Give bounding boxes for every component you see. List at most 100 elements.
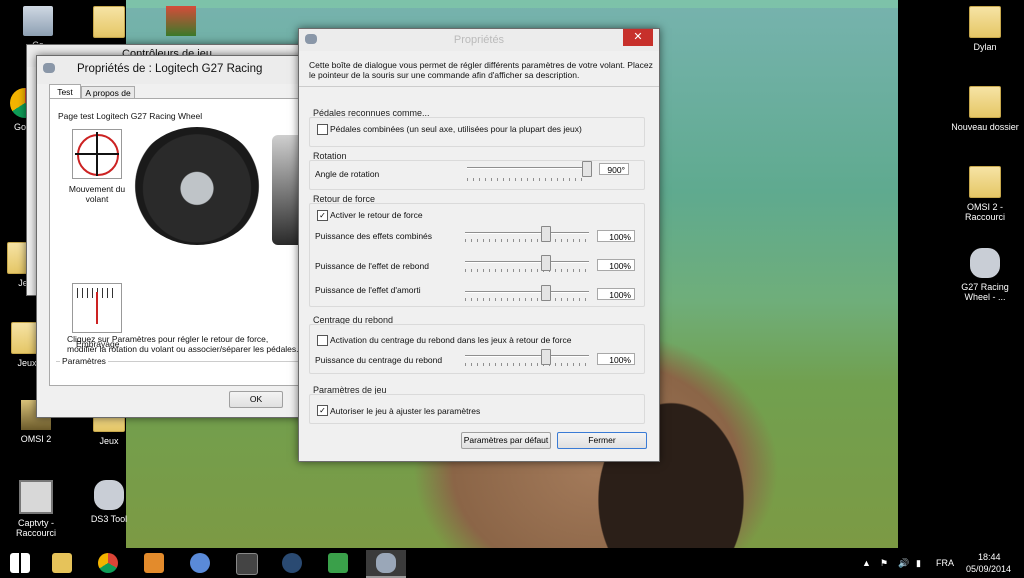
damper-effect-slider-track[interactable] bbox=[465, 291, 589, 293]
combined-effects-value[interactable]: 100% bbox=[597, 230, 635, 242]
folder-icon bbox=[969, 166, 1001, 198]
rotation-angle-label: Angle de rotation bbox=[315, 169, 380, 179]
centering-slider-thumb[interactable] bbox=[541, 349, 551, 365]
rotation-slider-thumb[interactable] bbox=[582, 161, 592, 177]
ok-button-label: OK bbox=[249, 394, 263, 404]
rotation-slider-track[interactable] bbox=[467, 167, 587, 169]
clutch-gauge-icon bbox=[72, 283, 122, 333]
combined-pedals-checkbox[interactable] bbox=[317, 124, 328, 135]
default-settings-button[interactable]: Paramètres par défaut bbox=[461, 432, 551, 449]
taskbar-calculator[interactable] bbox=[318, 550, 358, 576]
damper-effect-label: Puissance de l'effet d'amorti bbox=[315, 285, 421, 295]
taskbar-game-controllers[interactable] bbox=[366, 550, 406, 578]
centering-value[interactable]: 100% bbox=[597, 353, 635, 365]
combined-effects-slider-thumb[interactable] bbox=[541, 226, 551, 242]
game-icon bbox=[166, 6, 196, 36]
damper-effect-slider-thumb[interactable] bbox=[541, 285, 551, 301]
close-button-label: Fermer bbox=[588, 435, 616, 445]
wheel-crosshair-icon bbox=[72, 129, 122, 179]
desktop-icon-ds3-tool[interactable]: DS3 Tool bbox=[74, 480, 144, 524]
gamepad-icon bbox=[190, 553, 210, 573]
media-player-icon bbox=[144, 553, 164, 573]
taskbar-chrome[interactable] bbox=[88, 550, 128, 576]
params-group-label: Paramètres bbox=[60, 356, 108, 366]
intro-text: Cette boîte de dialogue vous permet de r… bbox=[309, 60, 653, 80]
separator bbox=[299, 86, 659, 87]
app-icon bbox=[236, 553, 258, 575]
gamepad-icon bbox=[43, 63, 55, 73]
steam-icon bbox=[282, 553, 302, 573]
wheel-movement-label: Mouvement du volant bbox=[68, 184, 126, 204]
gamepad-icon bbox=[376, 553, 396, 573]
steering-wheel-image bbox=[132, 127, 262, 245]
taskbar-media[interactable] bbox=[134, 550, 174, 576]
recycle-bin-icon bbox=[23, 6, 53, 36]
language-indicator[interactable]: FRA bbox=[936, 558, 954, 568]
properties-window[interactable]: Propriétés de : Logitech G27 Racing Test… bbox=[36, 55, 308, 418]
desktop-icon-label: OMSI 2 - Raccourci bbox=[964, 202, 1005, 222]
folder-icon bbox=[93, 6, 125, 38]
titlebar[interactable]: Propriétés de : Logitech G27 Racing bbox=[37, 56, 307, 84]
damper-effect-value[interactable]: 100% bbox=[597, 288, 635, 300]
desktop-icon-dylan[interactable]: Dylan bbox=[950, 6, 1020, 52]
centering-strength-label: Puissance du centrage du rebond bbox=[315, 355, 443, 365]
spring-effect-slider-track[interactable] bbox=[465, 261, 589, 263]
clock-time[interactable]: 18:44 bbox=[978, 552, 1001, 562]
allow-game-label: Autoriser le jeu à ajuster les paramètre… bbox=[330, 406, 481, 416]
clock-date[interactable]: 05/09/2014 bbox=[966, 564, 1011, 574]
centering-slider-track[interactable] bbox=[465, 355, 589, 357]
desktop: Co Goog Je Jeux OMSI 2 Jeux Captvty - Ra… bbox=[0, 0, 1024, 548]
taskbar-explorer[interactable] bbox=[42, 550, 82, 576]
tray-chevron-icon[interactable]: ▲ bbox=[862, 558, 871, 568]
close-icon[interactable]: ✕ bbox=[623, 29, 653, 46]
start-button[interactable] bbox=[0, 550, 40, 576]
spring-effect-slider-thumb[interactable] bbox=[541, 255, 551, 271]
damper-effect-slider-ticks bbox=[465, 298, 589, 301]
desktop-icon-game-top[interactable] bbox=[146, 6, 216, 40]
tab-label: Test bbox=[57, 87, 73, 97]
close-button[interactable]: Fermer bbox=[557, 432, 647, 449]
enable-centering-checkbox[interactable] bbox=[317, 335, 328, 346]
taskbar: ▲ ⚑ 🔊 ▮ FRA 18:44 05/09/2014 bbox=[0, 548, 1024, 578]
combined-pedals-label: Pédales combinées (un seul axe, utilisée… bbox=[330, 124, 582, 134]
enable-force-label: Activer le retour de force bbox=[330, 210, 423, 220]
chrome-icon bbox=[98, 553, 118, 573]
gamepad-icon bbox=[970, 248, 1000, 278]
desktop-icon-g27[interactable]: G27 Racing Wheel - ... bbox=[950, 248, 1020, 302]
tab-test[interactable]: Test bbox=[49, 84, 81, 99]
desktop-icon-label: Jeux bbox=[17, 358, 37, 368]
centering-slider-ticks bbox=[465, 363, 589, 366]
gamepad-icon bbox=[94, 480, 124, 510]
rotation-slider-ticks bbox=[467, 178, 587, 181]
taskbar-steam[interactable] bbox=[272, 550, 312, 576]
desktop-icon-folder-top[interactable] bbox=[74, 6, 144, 42]
desktop-icon-captvty[interactable]: Captvty - Raccourci bbox=[1, 480, 71, 538]
flag-icon[interactable]: ⚑ bbox=[880, 558, 888, 569]
enable-force-checkbox[interactable]: ✓ bbox=[317, 210, 328, 221]
params-group: Paramètres bbox=[56, 356, 300, 386]
taskbar-app[interactable] bbox=[226, 550, 266, 576]
desktop-icon-label: Captvty - Raccourci bbox=[15, 518, 56, 538]
volume-icon[interactable]: 🔊 bbox=[898, 558, 909, 569]
titlebar[interactable]: Propriétés ✕ bbox=[299, 29, 659, 51]
monitor-icon bbox=[19, 480, 53, 514]
desktop-icon-nouveau-dossier[interactable]: Nouveau dossier bbox=[950, 86, 1020, 132]
default-settings-label: Paramètres par défaut bbox=[463, 435, 549, 445]
desktop-icon-label: Jeux bbox=[99, 436, 119, 446]
params-description: Cliquez sur Paramètres pour régler le re… bbox=[67, 334, 299, 354]
rotation-value[interactable]: 900° bbox=[599, 163, 629, 175]
centering-group bbox=[309, 324, 645, 374]
folder-icon bbox=[969, 6, 1001, 38]
spring-effect-value[interactable]: 100% bbox=[597, 259, 635, 271]
desktop-icon-omsi-shortcut[interactable]: OMSI 2 - Raccourci bbox=[950, 166, 1020, 222]
page-title: Page test Logitech G27 Racing Wheel bbox=[58, 111, 203, 121]
combined-effects-slider-track[interactable] bbox=[465, 232, 589, 234]
tab-label: A propos de bbox=[85, 88, 131, 98]
desktop-icon-label: DS3 Tool bbox=[90, 514, 128, 524]
combined-effects-label: Puissance des effets combinés bbox=[315, 231, 433, 241]
network-icon[interactable]: ▮ bbox=[916, 558, 921, 569]
allow-game-checkbox[interactable]: ✓ bbox=[317, 405, 328, 416]
taskbar-gamepad[interactable] bbox=[180, 550, 220, 576]
ok-button[interactable]: OK bbox=[229, 391, 283, 408]
settings-dialog[interactable]: Propriétés ✕ Cette boîte de dialogue vou… bbox=[298, 28, 660, 462]
